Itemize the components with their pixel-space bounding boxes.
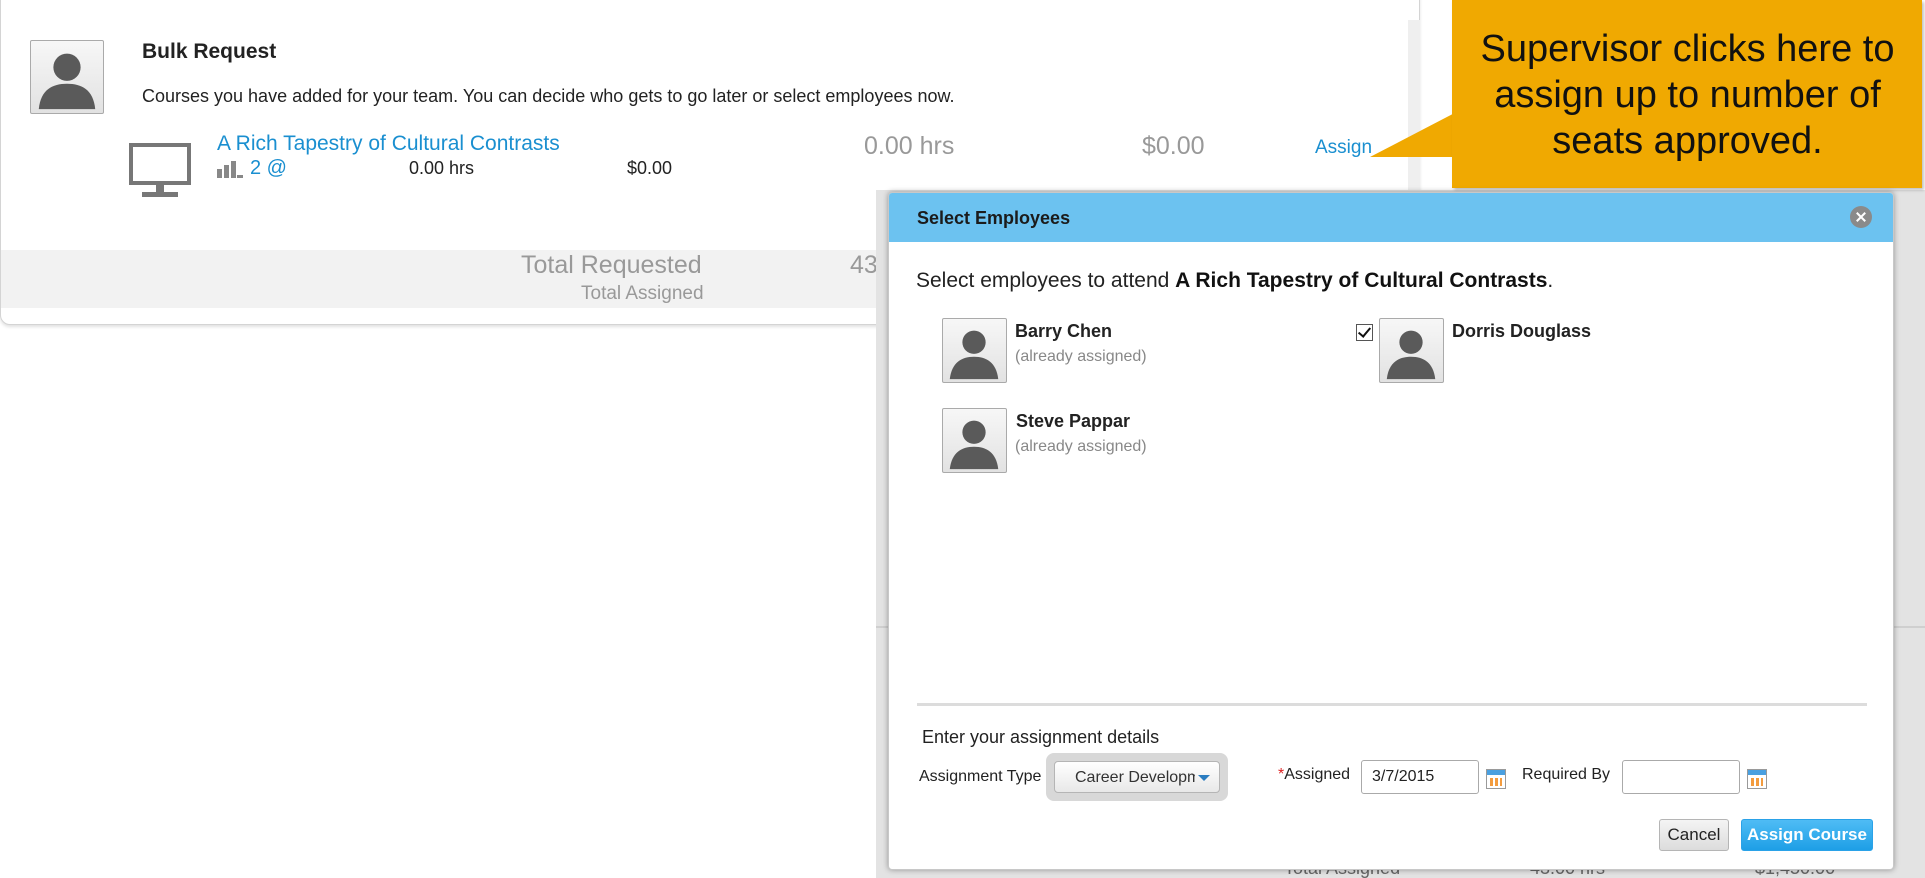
dialog-header: Select Employees [889, 193, 1893, 242]
person-silhouette-icon [1386, 330, 1436, 380]
employee-status: (already assigned) [1015, 348, 1147, 365]
callout-text: Supervisor clicks here to assign up to n… [1480, 28, 1895, 162]
employee-avatar [1379, 318, 1444, 383]
bulk-request-description: Courses you have added for your team. Yo… [142, 86, 955, 106]
bar-chart-icon [217, 161, 243, 178]
assignment-type-value: Career Development [1075, 769, 1195, 786]
employee-avatar [942, 408, 1007, 473]
course-title-link[interactable]: A Rich Tapestry of Cultural Contrasts [217, 132, 560, 156]
course-total-hours: 0.00 hrs [864, 132, 955, 160]
close-icon[interactable] [1850, 206, 1872, 228]
total-assigned-label: Total Assigned [581, 283, 704, 304]
select-employees-dialog: Select Employees Select employees to att… [888, 192, 1894, 870]
course-total-cost: $0.00 [1142, 132, 1205, 160]
instruction-course-name: A Rich Tapestry of Cultural Contrasts [1175, 269, 1548, 292]
employee-name: Dorris Douglass [1452, 321, 1592, 341]
seat-count-link[interactable]: 2 @ [250, 157, 287, 180]
details-divider [917, 703, 1867, 706]
assigned-date-label: *Assigned [1278, 766, 1350, 784]
person-silhouette-icon [38, 53, 96, 110]
assign-course-button[interactable]: Assign Course [1741, 819, 1873, 851]
employee-checkbox[interactable] [1356, 324, 1373, 341]
assignment-type-label: Assignment Type [919, 768, 1042, 785]
calendar-icon[interactable] [1486, 769, 1506, 789]
screen: Bulk Request Courses you have added for … [0, 0, 1925, 878]
details-heading: Enter your assignment details [922, 727, 1160, 747]
assigned-date-input[interactable] [1361, 760, 1479, 794]
employee-status: (already assigned) [1015, 438, 1147, 455]
assigned-label-text: Assigned [1284, 766, 1351, 783]
assign-link[interactable]: Assign [1315, 137, 1372, 159]
person-silhouette-icon [949, 330, 999, 380]
assignment-type-select[interactable]: Career Development [1054, 761, 1220, 793]
bulk-request-title: Bulk Request [142, 40, 277, 63]
required-by-label: Required By [1522, 766, 1611, 783]
bulk-request-avatar [30, 40, 104, 114]
monitor-icon [129, 143, 191, 197]
person-silhouette-icon [949, 420, 999, 470]
calendar-icon[interactable] [1747, 769, 1767, 789]
unit-hours: 0.00 hrs [409, 158, 475, 178]
dialog-title: Select Employees [917, 208, 1071, 228]
dropdown-arrow-icon [1198, 775, 1210, 781]
total-requested-label: Total Requested [521, 251, 702, 279]
employee-avatar [942, 318, 1007, 383]
instruction-prefix: Select employees to attend [916, 269, 1170, 292]
unit-cost: $0.00 [627, 158, 673, 178]
employee-name: Barry Chen [1015, 321, 1113, 341]
cancel-button[interactable]: Cancel [1659, 819, 1729, 851]
total-requested-value: 43 [850, 251, 878, 279]
required-by-input[interactable] [1622, 760, 1740, 794]
employee-name: Steve Pappar [1016, 411, 1131, 431]
instruction-suffix: . [1547, 269, 1554, 292]
dialog-instruction: Select employees to attend A Rich Tapest… [916, 269, 1553, 293]
